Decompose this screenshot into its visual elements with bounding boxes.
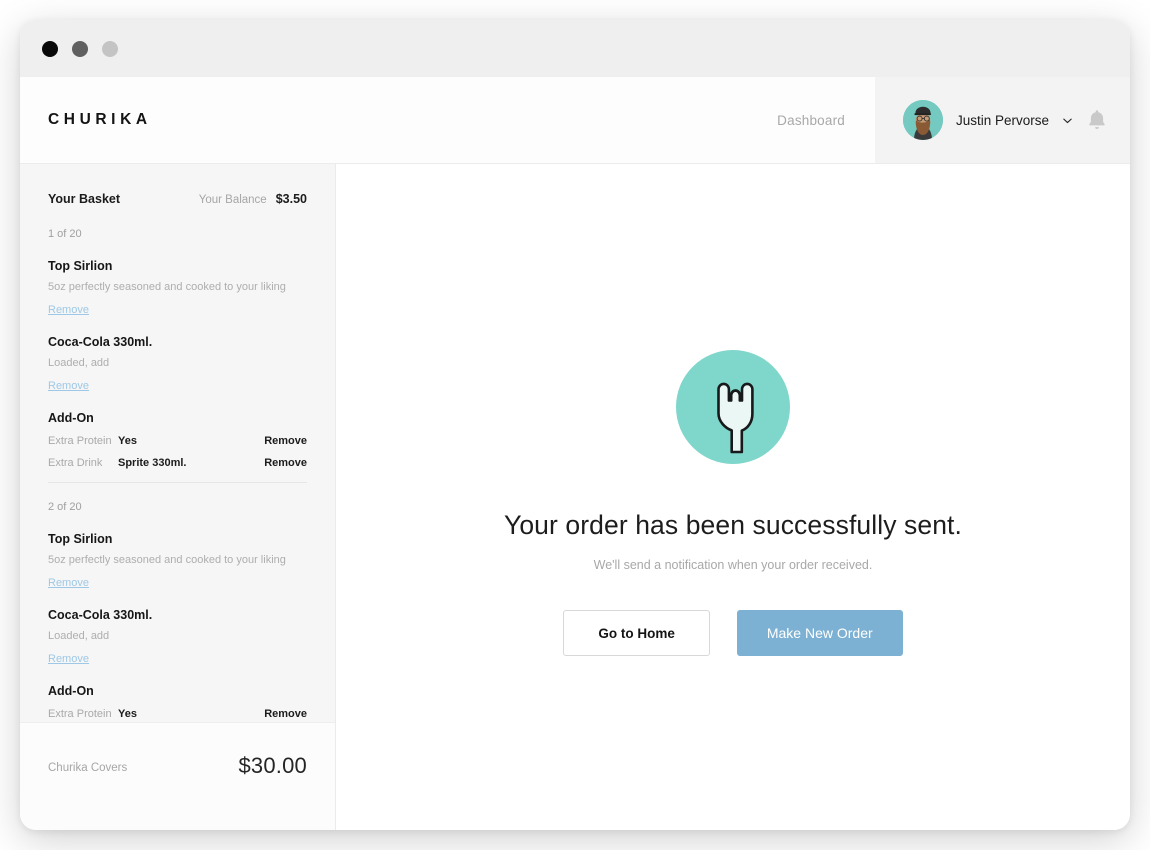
list-item: Top Sirlion 5oz perfectly seasoned and c… bbox=[48, 532, 307, 591]
balance-group: Your Balance $3.50 bbox=[199, 192, 307, 206]
item-description: Loaded, add bbox=[48, 630, 110, 642]
header-user-section: Justin Pervorse bbox=[875, 77, 1130, 163]
item-description: 5oz perfectly seasoned and cooked to you… bbox=[48, 281, 286, 293]
group-index-label: 2 of 20 bbox=[48, 501, 82, 513]
item-description: Loaded, add bbox=[48, 357, 110, 369]
maximize-window-button[interactable] bbox=[102, 40, 118, 57]
item-description: 5oz perfectly seasoned and cooked to you… bbox=[48, 554, 286, 566]
item-name: Top Sirlion bbox=[48, 532, 113, 546]
chevron-down-icon[interactable] bbox=[1062, 115, 1073, 126]
screen-root: CHURIKA Dashboard Justin Pervorse Your B… bbox=[0, 0, 1150, 850]
remove-item-link[interactable]: Remove bbox=[48, 304, 89, 316]
header-left-section: CHURIKA Dashboard bbox=[20, 77, 875, 163]
addon-section-title: Add-On bbox=[48, 684, 94, 698]
item-name: Coca-Cola 330ml. bbox=[48, 608, 153, 622]
basket-group: 1 of 20 Top Sirlion 5oz perfectly season… bbox=[48, 228, 307, 469]
basket-title: Your Basket bbox=[48, 192, 121, 206]
user-name[interactable]: Justin Pervorse bbox=[956, 113, 1049, 128]
go-to-home-button[interactable]: Go to Home bbox=[563, 610, 710, 656]
list-item: Coca-Cola 330ml. Loaded, add Remove bbox=[48, 608, 307, 667]
remove-addon-button[interactable]: Remove bbox=[264, 457, 307, 469]
browser-window: CHURIKA Dashboard Justin Pervorse Your B… bbox=[20, 20, 1130, 830]
addon-key: Extra Drink bbox=[48, 457, 103, 469]
addon-key: Extra Protein bbox=[48, 708, 112, 720]
page-subtitle: We'll send a notification when your orde… bbox=[593, 558, 873, 572]
addon-value: Sprite 330ml. bbox=[118, 457, 187, 469]
bell-icon[interactable] bbox=[1086, 108, 1108, 132]
nav-link-dashboard[interactable]: Dashboard bbox=[777, 113, 845, 128]
addon-key: Extra Protein bbox=[48, 435, 112, 447]
basket-header: Your Basket Your Balance $3.50 bbox=[48, 192, 307, 206]
addon-row: Extra Protein Yes Remove bbox=[48, 708, 307, 720]
brand-logo: CHURIKA bbox=[48, 111, 152, 128]
group-divider bbox=[48, 482, 307, 483]
list-item: Coca-Cola 330ml. Loaded, add Remove bbox=[48, 335, 307, 394]
main-content: Your order has been successfully sent. W… bbox=[336, 164, 1130, 830]
remove-item-link[interactable]: Remove bbox=[48, 653, 89, 665]
app-body: Your Basket Your Balance $3.50 1 of 20 T… bbox=[20, 164, 1130, 830]
remove-addon-button[interactable]: Remove bbox=[264, 708, 307, 720]
list-item: Top Sirlion 5oz perfectly seasoned and c… bbox=[48, 259, 307, 318]
balance-label: Your Balance bbox=[198, 194, 267, 206]
basket-group: 2 of 20 Top Sirlion 5oz perfectly season… bbox=[48, 501, 307, 722]
balance-value: $3.50 bbox=[275, 192, 307, 206]
group-index-label: 1 of 20 bbox=[48, 228, 82, 240]
item-name: Coca-Cola 330ml. bbox=[48, 335, 153, 349]
remove-item-link[interactable]: Remove bbox=[48, 577, 89, 589]
basket-total-footer: Churika Covers $30.00 bbox=[20, 722, 335, 830]
app-header: CHURIKA Dashboard Justin Pervorse bbox=[20, 77, 1130, 164]
remove-addon-button[interactable]: Remove bbox=[264, 435, 307, 447]
addon-value: Yes bbox=[118, 435, 137, 447]
covers-label: Churika Covers bbox=[48, 762, 128, 774]
minimize-window-button[interactable] bbox=[72, 40, 88, 57]
basket-sidebar: Your Basket Your Balance $3.50 1 of 20 T… bbox=[20, 164, 336, 830]
addon-section-title: Add-On bbox=[48, 411, 94, 425]
item-name: Top Sirlion bbox=[48, 259, 113, 273]
remove-item-link[interactable]: Remove bbox=[48, 380, 89, 392]
window-titlebar bbox=[20, 20, 1130, 77]
action-button-row: Go to Home Make New Order bbox=[563, 610, 903, 656]
addon-value: Yes bbox=[118, 708, 137, 720]
covers-total-value: $30.00 bbox=[238, 753, 307, 778]
close-window-button[interactable] bbox=[42, 40, 58, 57]
basket-content: Your Basket Your Balance $3.50 1 of 20 T… bbox=[20, 164, 335, 722]
make-new-order-button[interactable]: Make New Order bbox=[736, 610, 903, 656]
avatar[interactable] bbox=[903, 100, 943, 140]
addon-row: Extra Drink Sprite 330ml. Remove bbox=[48, 457, 307, 469]
page-title: Your order has been successfully sent. bbox=[503, 510, 962, 540]
addon-row: Extra Protein Yes Remove bbox=[48, 435, 307, 447]
rock-on-hand-icon bbox=[676, 350, 790, 464]
